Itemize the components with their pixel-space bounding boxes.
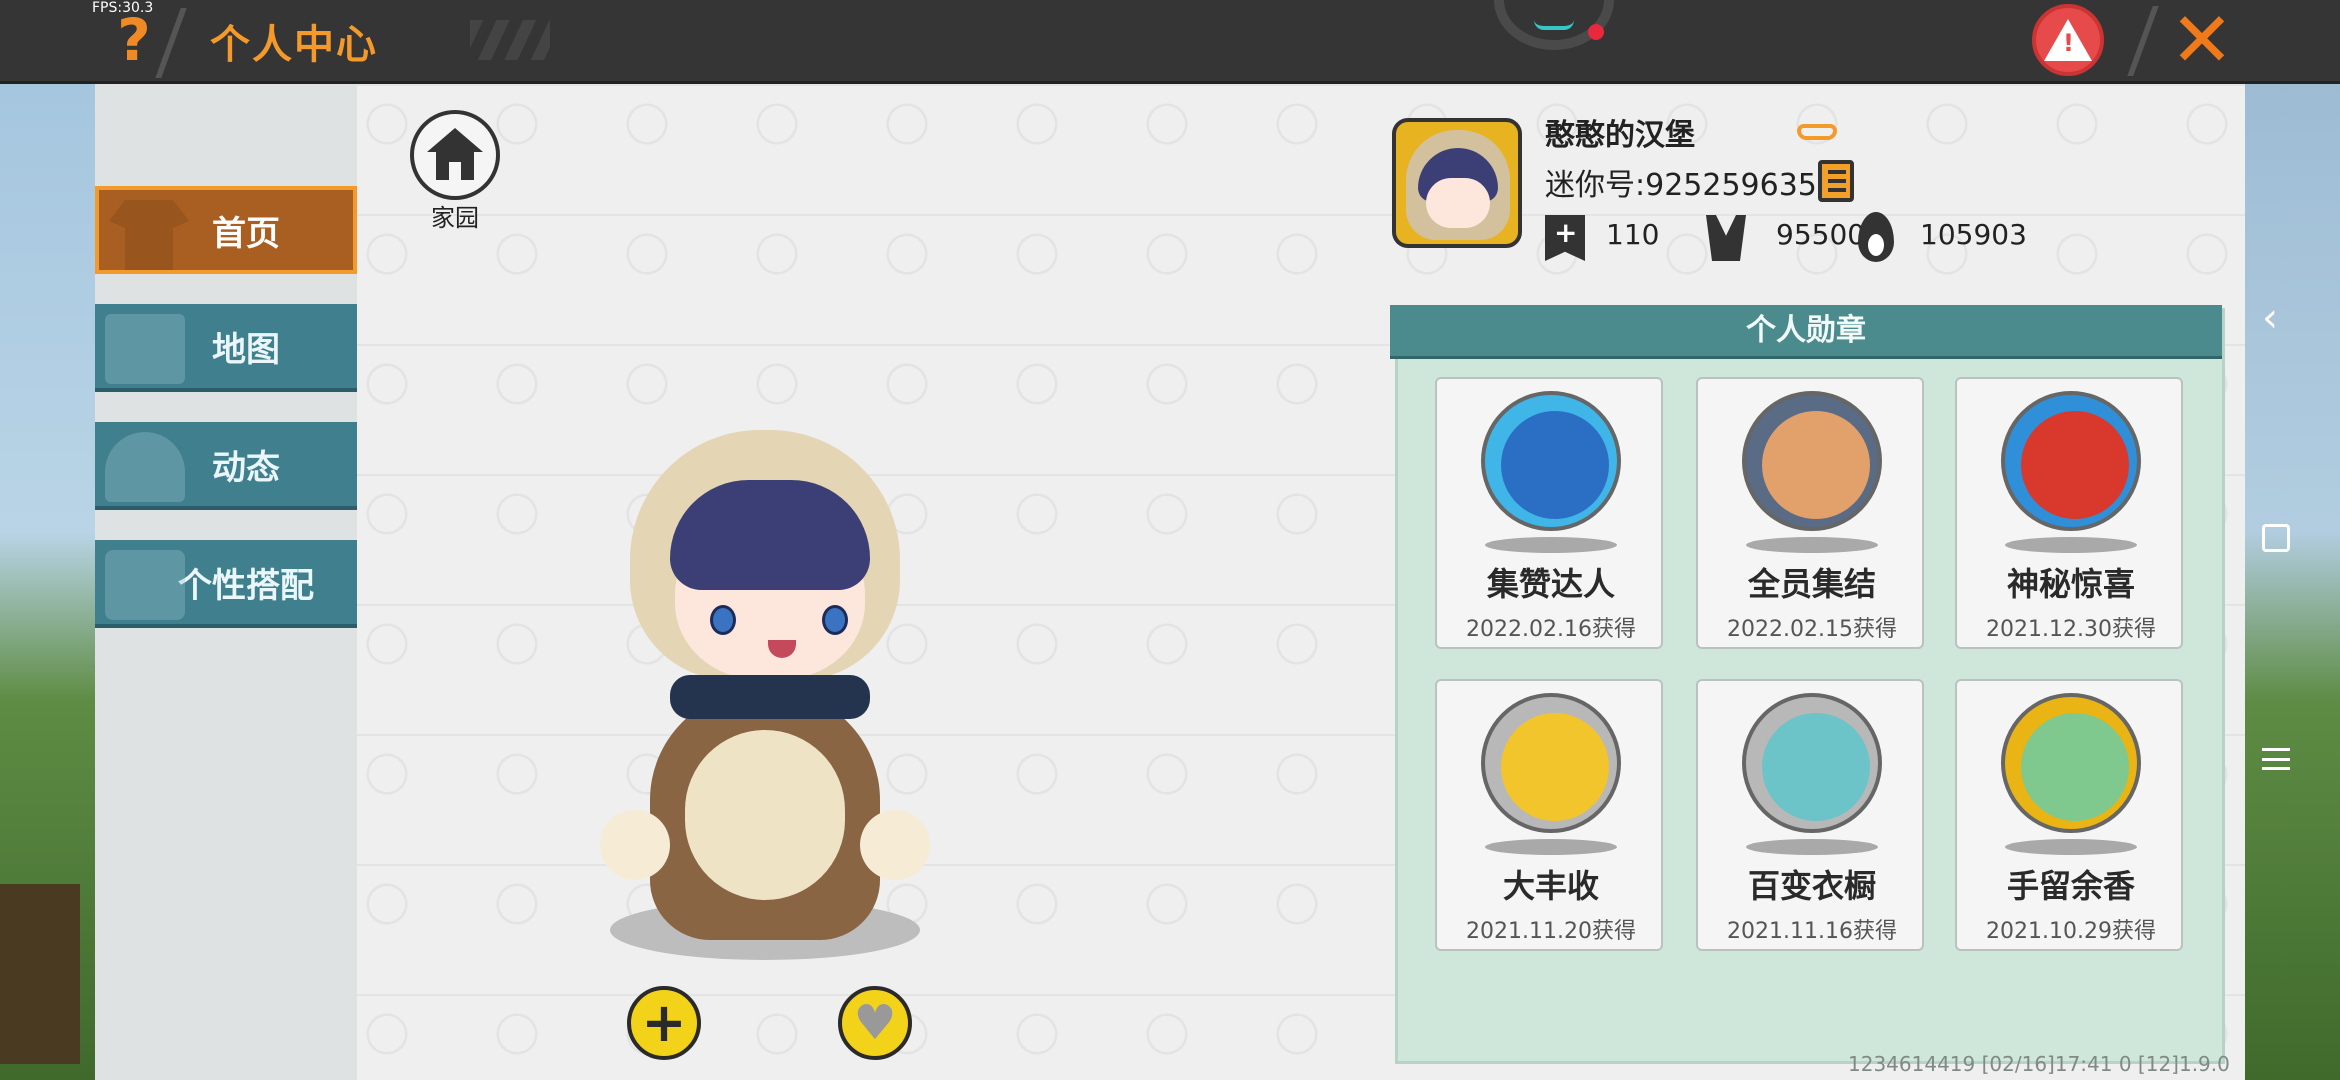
profile-avatar[interactable]: [1392, 118, 1522, 248]
nickname: 憨憨的汉堡: [1545, 118, 1695, 153]
game-world-background-right: [2245, 84, 2340, 1080]
warning-icon: !: [2044, 19, 2092, 61]
home-label: 家园: [431, 204, 479, 232]
bell-icon: [105, 432, 185, 502]
plus-glyph: +: [1554, 216, 1578, 249]
medal-icon: [1481, 391, 1621, 531]
house-icon-roof: [427, 128, 483, 152]
heat-count: 105903: [1920, 218, 2027, 251]
home-nav-icon[interactable]: [2262, 524, 2290, 552]
like-count: 95500: [1776, 218, 1866, 251]
medal-date: 2021.10.29获得: [1986, 919, 2156, 944]
close-divider: [2127, 6, 2159, 76]
back-nav-icon[interactable]: ‹: [2262, 295, 2278, 341]
medal-shadow: [1746, 537, 1878, 553]
medal-name: 手留余香: [2006, 867, 2135, 905]
like-button[interactable]: ♥: [838, 986, 912, 1060]
medal-shadow: [1485, 839, 1617, 855]
medal-shadow: [1485, 537, 1617, 553]
robot-icon: [105, 550, 185, 620]
mini-id: 迷你号:925259635: [1545, 168, 1817, 203]
medal-icon: [2001, 391, 2141, 531]
sidebar-item-label: 首页: [212, 213, 280, 254]
medal-emblem: [1501, 713, 1609, 821]
house-icon-door: [449, 162, 461, 180]
sidebar-item-label: 地图: [212, 329, 280, 370]
medal-card[interactable]: 手留余香 2021.10.29获得: [1955, 679, 2183, 951]
medal-date: 2021.11.16获得: [1727, 919, 1897, 944]
notification-dot: [1588, 24, 1604, 40]
avatar-hair: [670, 480, 870, 590]
medal-shadow: [2005, 537, 2137, 553]
sidebar-item-feed[interactable]: 动态: [95, 422, 357, 510]
medal-date: 2022.02.15获得: [1727, 617, 1897, 642]
medal-card[interactable]: 全员集结 2022.02.15获得: [1696, 377, 1924, 649]
add-button[interactable]: +: [627, 986, 701, 1060]
medal-date: 2021.12.30获得: [1986, 617, 2156, 642]
top-bar: FPS:30.3 ? 个人中心 ! ✕: [0, 0, 2340, 84]
mask-icon[interactable]: [1797, 124, 1837, 140]
medal-shadow: [1746, 839, 1878, 855]
sidebar-item-map[interactable]: 地图: [95, 304, 357, 392]
grass-block: [0, 884, 80, 1064]
medal-icon: [1742, 693, 1882, 833]
close-button[interactable]: ✕: [2166, 2, 2238, 78]
medal-card[interactable]: 百变衣橱 2021.11.16获得: [1696, 679, 1924, 951]
medal-card[interactable]: 神秘惊喜 2021.12.30获得: [1955, 377, 2183, 649]
loading-ring-icon: [1494, 0, 1614, 50]
decorative-stripes: [470, 20, 550, 60]
loading-arc: [1534, 20, 1574, 30]
menu-nav-icon[interactable]: [2262, 748, 2290, 770]
avatar-left-hand: [600, 810, 670, 880]
sidebar-item-label: 动态: [212, 447, 280, 488]
medal-emblem: [1762, 713, 1870, 821]
medal-emblem: [2021, 713, 2129, 821]
medal-header: 个人勋章: [1390, 305, 2222, 359]
medal-icon: [1481, 693, 1621, 833]
picture-icon: [105, 314, 185, 384]
shirt-icon: [109, 200, 189, 270]
medal-date: 2022.02.16获得: [1466, 617, 1636, 642]
medal-date: 2021.11.20获得: [1466, 919, 1636, 944]
avatar-face: [1426, 178, 1490, 228]
game-world-background-left: [0, 84, 95, 1080]
medal-name: 全员集结: [1747, 565, 1876, 603]
help-icon[interactable]: ?: [110, 10, 158, 70]
medal-name: 神秘惊喜: [2006, 565, 2135, 603]
debug-footer: 1234614419 [02/16]17:41 0 [12]1.9.0: [1848, 1052, 2230, 1076]
medal-name: 百变衣橱: [1747, 867, 1876, 905]
bookmark-count: 110: [1606, 218, 1660, 251]
medal-card[interactable]: 集赞达人 2022.02.16获得: [1435, 377, 1663, 649]
avatar-belly: [685, 730, 845, 900]
sidebar-item-label: 个性搭配: [178, 565, 314, 606]
medal-emblem: [1762, 411, 1870, 519]
title-divider: [155, 8, 187, 78]
sidebar: 首页 地图 动态 个性搭配: [95, 84, 357, 1080]
sidebar-item-home[interactable]: 首页: [95, 186, 357, 274]
player-avatar-3d[interactable]: [590, 430, 950, 970]
avatar-right-hand: [860, 810, 930, 880]
avatar-right-eye: [822, 605, 848, 635]
warning-mark: !: [2063, 29, 2074, 57]
avatar-scarf: [670, 675, 870, 719]
sidebar-item-outfit[interactable]: 个性搭配: [95, 540, 357, 628]
copy-icon[interactable]: [1818, 160, 1854, 202]
avatar-left-eye: [710, 605, 736, 635]
medal-name: 大丰收: [1502, 867, 1599, 905]
medal-icon: [2001, 693, 2141, 833]
medal-emblem: [2021, 411, 2129, 519]
home-button[interactable]: [410, 110, 500, 200]
medal-emblem: [1501, 411, 1609, 519]
page-title: 个人中心: [210, 22, 378, 68]
medal-icon: [1742, 391, 1882, 531]
medal-name: 集赞达人: [1486, 565, 1615, 603]
report-button[interactable]: !: [2032, 4, 2104, 76]
medal-card[interactable]: 大丰收 2021.11.20获得: [1435, 679, 1663, 951]
medal-shadow: [2005, 839, 2137, 855]
